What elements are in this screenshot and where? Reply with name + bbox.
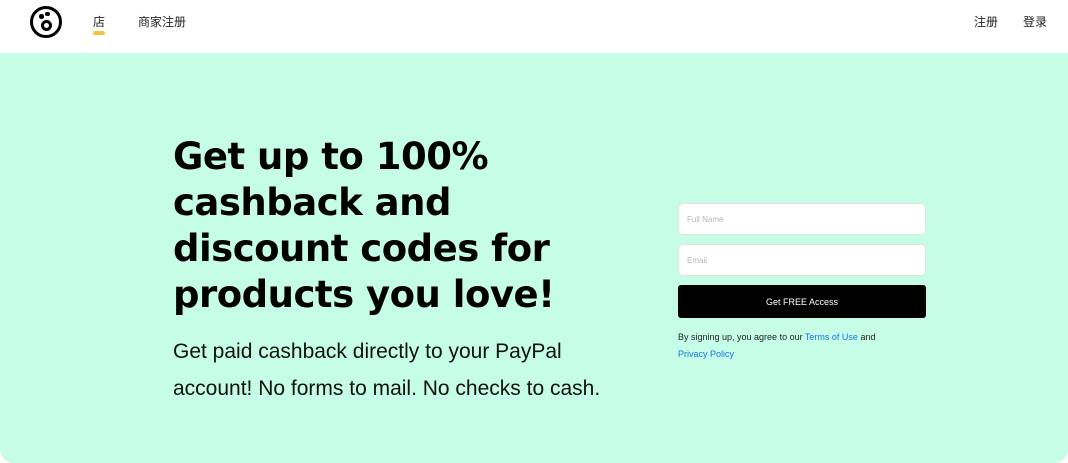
nav-merchant-signup-link[interactable]: 商家注册: [138, 13, 186, 30]
top-navigation-bar: 店 商家注册 注册 登录: [0, 0, 1068, 53]
get-free-access-button[interactable]: Get FREE Access: [678, 285, 926, 318]
legal-middle: and: [857, 332, 876, 342]
signup-link[interactable]: 注册: [974, 13, 998, 30]
hero-subtext: Get paid cashback directly to your PayPa…: [173, 340, 601, 400]
hero-headline: Get up to 100% cashback and discount cod…: [173, 135, 555, 316]
logo-ring: [41, 20, 52, 31]
logo-icon[interactable]: [30, 6, 62, 38]
signup-form: Get FREE Access By signing up, you agree…: [678, 203, 926, 363]
login-link[interactable]: 登录: [1023, 13, 1047, 30]
terms-of-use-link[interactable]: Terms of Use: [805, 332, 858, 342]
nav-store-link[interactable]: 店: [93, 13, 105, 30]
nav-active-indicator: [93, 31, 105, 35]
logo-dot: [39, 14, 44, 19]
email-input[interactable]: [678, 244, 926, 276]
legal-prefix: By signing up, you agree to our: [678, 332, 805, 342]
full-name-input[interactable]: [678, 203, 926, 235]
legal-notice: By signing up, you agree to our Terms of…: [678, 329, 926, 363]
logo-dot: [45, 11, 50, 16]
hero-section: Get up to 100% cashback and discount cod…: [0, 53, 1068, 463]
privacy-policy-link[interactable]: Privacy Policy: [678, 349, 734, 359]
